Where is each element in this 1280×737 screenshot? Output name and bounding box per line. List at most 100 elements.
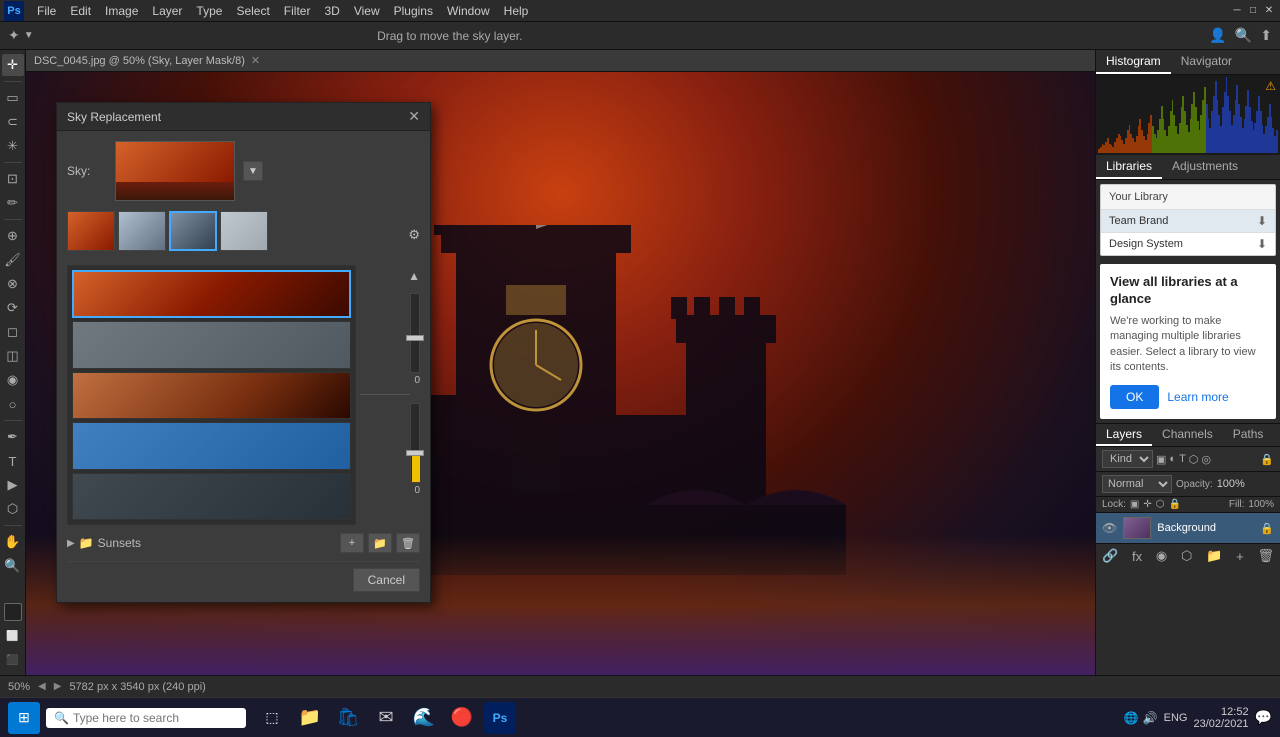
sky-folder-add-button[interactable]: 📁 (368, 533, 392, 553)
tool-brush[interactable]: 🖌 (2, 249, 24, 271)
layer-item-background[interactable]: 👁 Background 🔒 (1096, 513, 1280, 543)
sky-list-item-3[interactable] (72, 372, 351, 419)
sky-list-item-5[interactable] (72, 473, 351, 520)
tool-healing[interactable]: ⊕ (2, 225, 24, 247)
sky-delete-button[interactable]: 🗑 (396, 533, 420, 553)
taskbar-mail[interactable]: ✉ (370, 702, 402, 734)
tab-layers[interactable]: Layers (1096, 424, 1152, 446)
settings-icon[interactable]: ⚙ (408, 227, 420, 243)
tool-clone[interactable]: ⊗ (2, 273, 24, 295)
menu-select[interactable]: Select (229, 2, 276, 20)
taskbar-photoshop[interactable]: Ps (484, 702, 516, 734)
tool-shape[interactable]: ⬡ (2, 498, 24, 520)
tool-lasso[interactable]: ⊂ (2, 111, 24, 133)
status-arrow-left[interactable]: ◀ (38, 681, 46, 692)
layer-visibility-icon[interactable]: 👁 (1102, 521, 1117, 535)
tool-blur[interactable]: ◉ (2, 369, 24, 391)
ok-button[interactable]: OK (1110, 385, 1159, 409)
tool-pen[interactable]: ✒ (2, 426, 24, 448)
tool-path-select[interactable]: ▶ (2, 474, 24, 496)
filter-shape-icon[interactable]: ⬡ (1189, 453, 1199, 466)
menu-filter[interactable]: Filter (277, 2, 318, 20)
volume-icon[interactable]: 🔊 (1143, 711, 1158, 725)
cancel-button[interactable]: Cancel (353, 568, 420, 592)
slider-handle-2[interactable] (406, 450, 424, 456)
blend-mode-select[interactable]: Normal (1102, 475, 1172, 493)
sky-thumb-2[interactable] (118, 211, 166, 251)
tool-foreground-color[interactable] (4, 603, 22, 621)
vertical-slider-2[interactable] (410, 403, 420, 483)
share-icon[interactable]: ⬆ (1260, 27, 1272, 44)
maximize-button[interactable]: □ (1246, 4, 1260, 18)
start-button[interactable]: ⊞ (8, 702, 40, 734)
layers-adjustment-button[interactable]: ⬡ (1181, 548, 1192, 564)
menu-plugins[interactable]: Plugins (387, 2, 440, 20)
sky-list-item-4[interactable] (72, 422, 351, 469)
sky-folder[interactable]: ▶ 📁 Sunsets (67, 536, 141, 550)
menu-image[interactable]: Image (98, 2, 145, 20)
layers-new-button[interactable]: + (1236, 549, 1244, 564)
sky-list-area[interactable] (67, 265, 356, 525)
slider-handle-1[interactable] (406, 335, 424, 341)
menu-layer[interactable]: Layer (145, 2, 189, 20)
filter-adjust-icon[interactable]: ◐ (1169, 453, 1176, 465)
menu-window[interactable]: Window (440, 2, 497, 20)
close-button[interactable]: ✕ (1262, 4, 1276, 18)
tool-magic-wand[interactable]: ✳ (2, 135, 24, 157)
tab-channels[interactable]: Channels (1152, 424, 1223, 446)
library-item-team-brand[interactable]: Team Brand ⬇ (1101, 210, 1275, 232)
tool-eraser[interactable]: ◻ (2, 321, 24, 343)
team-brand-download-icon[interactable]: ⬇ (1257, 214, 1267, 228)
sky-dialog-close[interactable]: ✕ (408, 108, 420, 125)
lock-pixel-icon[interactable]: ▣ (1130, 499, 1139, 510)
taskbar-store[interactable]: 🛍 (332, 702, 364, 734)
lock-all-icon[interactable]: 🔒 (1168, 499, 1180, 510)
canvas-content[interactable]: Sky Replacement ✕ Sky: ▼ (26, 72, 1095, 675)
tool-dodge[interactable]: ○ (2, 393, 24, 415)
lock-position-icon[interactable]: ✛ (1143, 499, 1151, 510)
tool-option-dropdown[interactable]: ▼ (24, 30, 34, 41)
tool-move[interactable]: ✛ (2, 54, 24, 76)
taskbar-edge[interactable]: 🌊 (408, 702, 440, 734)
tool-gradient[interactable]: ◫ (2, 345, 24, 367)
tool-history[interactable]: ⟳ (2, 297, 24, 319)
menu-edit[interactable]: Edit (63, 2, 98, 20)
vertical-slider-1[interactable] (410, 293, 420, 373)
taskbar-search-input[interactable] (73, 711, 233, 725)
tool-zoom[interactable]: 🔍 (2, 555, 24, 577)
minimize-button[interactable]: ─ (1230, 4, 1244, 18)
tool-quickmask[interactable]: ⬜ (2, 625, 24, 647)
profile-icon[interactable]: 👤 (1209, 27, 1226, 44)
sky-preview-thumbnail[interactable] (115, 141, 235, 201)
menu-help[interactable]: Help (497, 2, 536, 20)
filter-type-icon[interactable]: T (1179, 453, 1186, 465)
status-arrow-right[interactable]: ▶ (54, 681, 62, 692)
sky-add-button[interactable]: + (340, 533, 364, 553)
collapse-button[interactable]: ▲ (408, 269, 420, 283)
layers-folder-button[interactable]: 📁 (1206, 548, 1222, 564)
tab-libraries[interactable]: Libraries (1096, 155, 1162, 179)
learn-more-button[interactable]: Learn more (1167, 390, 1228, 404)
tab-paths[interactable]: Paths (1223, 424, 1274, 446)
menu-view[interactable]: View (347, 2, 387, 20)
search-icon[interactable]: 🔍 (1235, 27, 1252, 44)
layers-fx-button[interactable]: fx (1132, 549, 1142, 564)
sky-thumb-3[interactable] (169, 211, 217, 251)
sky-dialog-header[interactable]: Sky Replacement ✕ (57, 103, 430, 131)
tool-marquee[interactable]: ▭ (2, 87, 24, 109)
menu-type[interactable]: Type (189, 2, 229, 20)
tool-crop[interactable]: ⊡ (2, 168, 24, 190)
filter-lock-icon[interactable]: 🔒 (1260, 453, 1274, 466)
layers-delete-button[interactable]: 🗑 (1257, 548, 1274, 564)
taskbar-search-box[interactable]: 🔍 (46, 708, 246, 728)
tool-hand[interactable]: ✋ (2, 531, 24, 553)
doc-close-button[interactable]: ✕ (251, 54, 260, 67)
layers-kind-select[interactable]: Kind (1102, 450, 1153, 468)
filter-pixel-icon[interactable]: ▣ (1156, 453, 1166, 466)
sky-list-item-2[interactable] (72, 321, 351, 368)
design-system-download-icon[interactable]: ⬇ (1257, 237, 1267, 251)
sky-thumb-4[interactable] (220, 211, 268, 251)
library-item-design-system[interactable]: Design System ⬇ (1101, 233, 1275, 255)
sky-dropdown-button[interactable]: ▼ (243, 161, 263, 181)
menu-3d[interactable]: 3D (317, 2, 346, 20)
